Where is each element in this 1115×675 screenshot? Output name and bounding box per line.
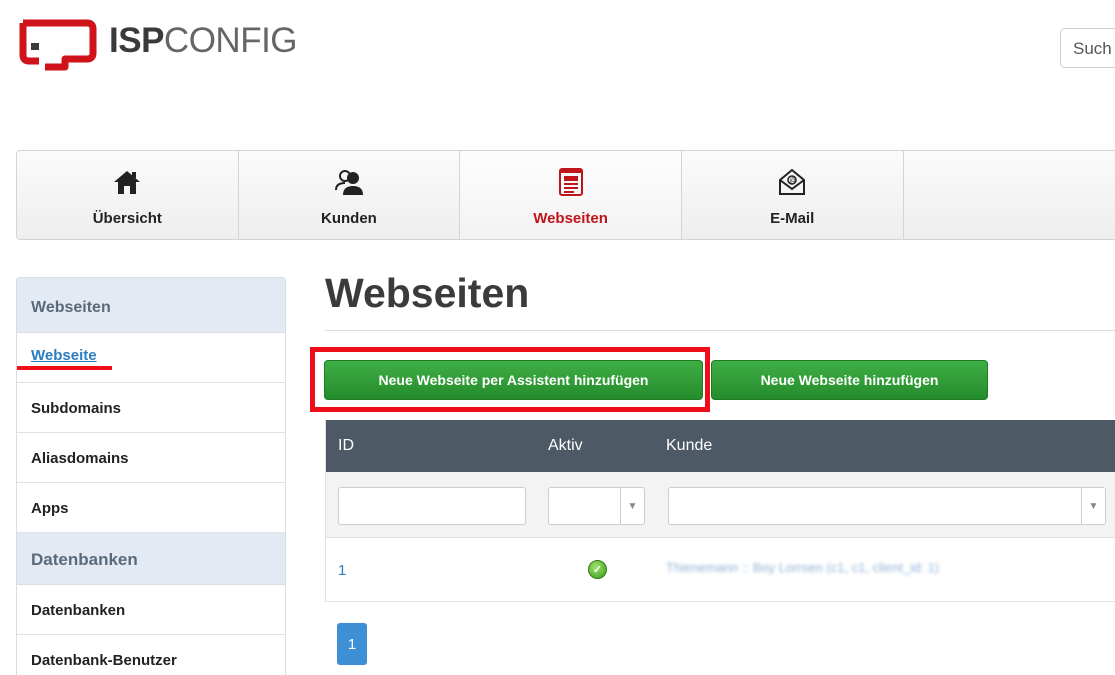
- sidebar-item-datenbank-benutzer[interactable]: Datenbank-Benutzer: [17, 635, 285, 675]
- tab-overview[interactable]: Übersicht: [17, 151, 239, 239]
- row-client-link[interactable]: Thienemann :: Boy Lorrsen (c1, c1, clien…: [666, 560, 939, 575]
- chevron-down-icon: ▼: [1081, 488, 1105, 524]
- column-header-aktiv[interactable]: Aktiv: [548, 437, 583, 455]
- annotation-underline: [17, 366, 112, 370]
- tab-email[interactable]: @ E-Mail: [682, 151, 904, 239]
- active-check-icon: ✓: [588, 560, 607, 579]
- home-icon: [112, 167, 142, 197]
- logo-monitor-icon: [19, 19, 97, 71]
- websites-table: ID Aktiv Kunde ▼ ▼ 1 ✓ Thienemann :: Boy…: [325, 420, 1115, 602]
- page-title: Webseiten: [325, 270, 530, 316]
- filter-id-input[interactable]: [338, 487, 526, 525]
- sidebar-item-apps[interactable]: Apps: [17, 483, 285, 533]
- table-header: ID Aktiv Kunde: [326, 420, 1115, 472]
- tab-label: Übersicht: [92, 210, 162, 227]
- search-input[interactable]: Such: [1060, 28, 1115, 68]
- sidebar: Webseiten Webseite Subdomains Aliasdomai…: [16, 277, 286, 675]
- sidebar-item-subdomains[interactable]: Subdomains: [17, 383, 285, 433]
- sidebar-item-datenbanken[interactable]: Datenbanken: [17, 585, 285, 635]
- row-id-link[interactable]: 1: [338, 562, 346, 579]
- tab-websites[interactable]: Webseiten: [460, 151, 682, 239]
- tab-label: Webseiten: [533, 210, 608, 227]
- tab-label: E-Mail: [770, 210, 815, 227]
- tab-more[interactable]: [904, 151, 1115, 239]
- sidebar-item-aliasdomains[interactable]: Aliasdomains: [17, 433, 285, 483]
- column-header-kunde[interactable]: Kunde: [666, 437, 712, 455]
- filter-kunde-select[interactable]: ▼: [668, 487, 1106, 525]
- app-logo[interactable]: ISPCONFIG: [17, 15, 298, 73]
- mail-icon: @: [777, 167, 807, 197]
- filter-row: ▼ ▼: [326, 472, 1115, 538]
- webpage-icon: [556, 167, 586, 197]
- chevron-down-icon: ▼: [620, 488, 644, 524]
- svg-text:@: @: [790, 178, 797, 185]
- main-navigation: Übersicht Kunden Webseiten @ E-Mail: [16, 150, 1115, 240]
- logo-text: ISPCONFIG: [109, 21, 298, 60]
- sidebar-section-webseiten: Webseiten: [17, 278, 285, 333]
- users-icon: [334, 167, 364, 197]
- tab-clients[interactable]: Kunden: [239, 151, 461, 239]
- pagination-page-1[interactable]: 1: [337, 623, 367, 665]
- divider: [325, 330, 1115, 331]
- add-website-button[interactable]: Neue Webseite hinzufügen: [711, 360, 988, 400]
- column-header-id[interactable]: ID: [338, 437, 354, 455]
- annotation-highlight-box: [310, 347, 710, 412]
- filter-aktiv-select[interactable]: ▼: [548, 487, 645, 525]
- sidebar-section-datenbanken: Datenbanken: [17, 533, 285, 585]
- tab-label: Kunden: [321, 210, 377, 227]
- table-row[interactable]: 1 ✓ Thienemann :: Boy Lorrsen (c1, c1, c…: [326, 538, 1115, 602]
- sidebar-item-webseite[interactable]: Webseite: [17, 333, 285, 383]
